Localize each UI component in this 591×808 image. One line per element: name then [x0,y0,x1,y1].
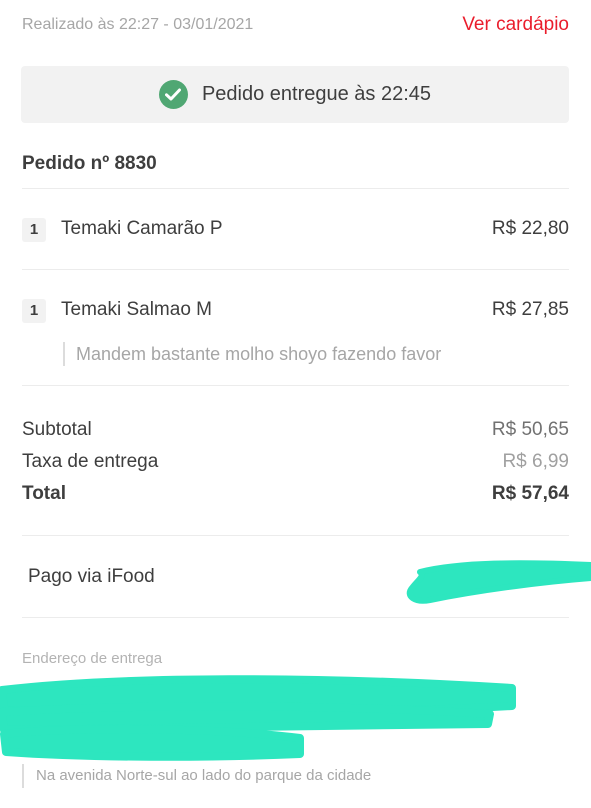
item-note: Mandem bastante molho shoyo fazendo favo… [63,342,441,366]
divider [22,617,569,618]
order-header: Realizado às 22:27 - 03/01/2021 Ver card… [22,14,569,40]
delivery-status-text: Pedido entregue às 22:45 [201,83,432,105]
order-number: Pedido nº 8830 [22,153,157,174]
item-name: Temaki Salmao M [61,299,212,320]
delivery-status-banner: Pedido entregue às 22:45 [21,66,569,123]
total-row: Total R$ 57,64 [22,483,569,507]
item-price: R$ 27,85 [491,299,569,320]
delivery-address-label: Endereço de entrega [22,650,163,667]
check-circle-icon [158,80,188,109]
total-value: R$ 57,64 [491,483,569,504]
item-name: Temaki Camarão P [61,218,223,239]
divider [22,385,569,386]
order-placed-time: Realizado às 22:27 - 03/01/2021 [22,16,254,33]
total-label: Total [22,483,66,504]
order-item: 1 Temaki Salmao M R$ 27,85 [22,298,569,324]
view-menu-link[interactable]: Ver cardápio [462,14,569,36]
item-price: R$ 22,80 [491,218,569,239]
item-quantity: 1 [22,218,46,242]
subtotal-label: Subtotal [22,419,92,440]
address-reference: Na avenida Norte-sul ao lado do parque d… [22,764,371,788]
item-quantity: 1 [22,299,46,323]
divider [22,269,569,270]
delivery-fee-label: Taxa de entrega [22,451,159,472]
divider [22,188,569,189]
delivery-fee-row: Taxa de entrega R$ 6,99 [22,451,569,475]
delivery-fee-value: R$ 6,99 [502,451,569,472]
subtotal-row: Subtotal R$ 50,65 [22,419,569,443]
order-item: 1 Temaki Camarão P R$ 22,80 [22,217,569,243]
payment-method: Pago via iFood [28,566,155,587]
subtotal-value: R$ 50,65 [491,419,569,440]
divider [22,535,569,536]
